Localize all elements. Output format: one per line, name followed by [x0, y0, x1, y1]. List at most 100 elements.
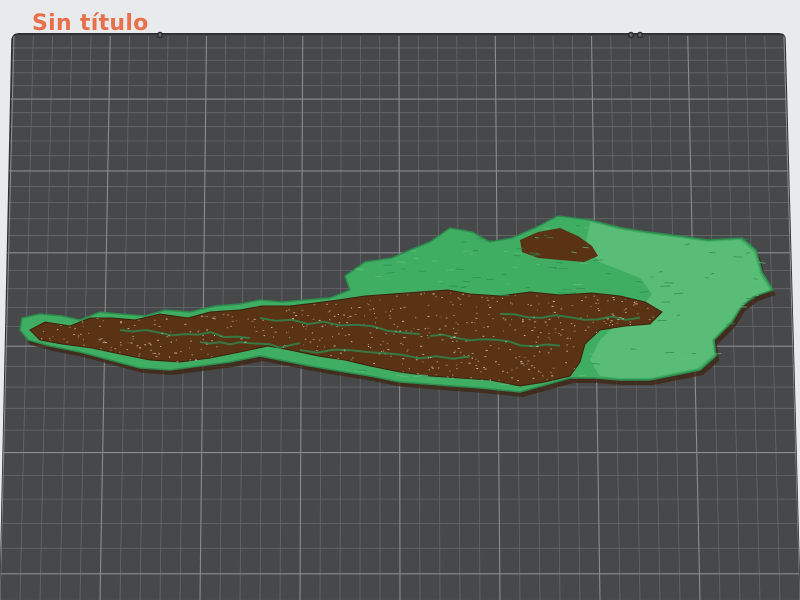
peak-speck: [537, 370, 540, 372]
peak-speck: [621, 318, 625, 320]
contour-mark: [723, 306, 729, 309]
peak-speck: [157, 339, 160, 341]
peak-speck: [371, 336, 373, 338]
peak-speck: [161, 332, 164, 334]
peak-speck: [488, 304, 490, 306]
peak-speck: [286, 332, 287, 334]
peak-speck: [114, 348, 117, 350]
peak-speck: [558, 333, 560, 334]
peak-speck: [358, 307, 361, 308]
peak-speck: [551, 305, 554, 307]
peak-speck: [566, 350, 568, 352]
peak-speck: [416, 373, 419, 375]
peak-speck: [476, 312, 478, 314]
peak-speck: [318, 319, 321, 321]
peak-speck: [487, 326, 489, 328]
peak-speck: [88, 332, 90, 334]
peak-speck: [335, 303, 337, 305]
peak-speck: [168, 356, 171, 358]
peak-speck: [468, 295, 470, 297]
peak-speck: [629, 321, 631, 323]
peak-speck: [548, 318, 551, 320]
peak-speck: [226, 327, 229, 329]
peak-speck: [367, 304, 370, 306]
peak-speck: [522, 364, 525, 366]
peak-speck: [175, 352, 178, 354]
peak-speck: [590, 306, 592, 307]
peak-speck: [468, 362, 471, 364]
peak-speck: [483, 367, 485, 369]
peak-speck: [475, 330, 477, 332]
peak-speck: [83, 339, 85, 341]
peak-speck: [635, 301, 637, 303]
peak-speck: [284, 345, 286, 346]
peak-speck: [438, 328, 441, 330]
contour-mark: [462, 286, 468, 288]
peak-speck: [363, 323, 365, 325]
peak-speck: [551, 375, 554, 377]
peak-speck: [460, 362, 463, 363]
peak-speck: [612, 315, 615, 317]
peak-speck: [344, 350, 346, 352]
peak-speck: [52, 336, 54, 338]
peak-speck: [609, 324, 611, 326]
peak-speck: [366, 303, 368, 305]
peak-speck: [430, 357, 432, 358]
peak-speck: [427, 304, 430, 306]
peak-speck: [580, 317, 582, 319]
peak-speck: [318, 339, 321, 341]
peak-speck: [197, 331, 199, 333]
peak-speck: [621, 301, 624, 302]
peak-speck: [102, 342, 105, 344]
peak-speck: [553, 311, 556, 313]
peak-speck: [293, 312, 296, 314]
peak-speck: [457, 297, 460, 299]
peak-speck: [648, 319, 651, 321]
peak-speck: [289, 337, 291, 339]
3d-viewport[interactable]: Sin título: [0, 0, 800, 600]
peak-speck: [73, 334, 76, 336]
peak-speck: [477, 360, 480, 362]
peak-speck: [496, 301, 499, 303]
peak-speck: [435, 374, 438, 376]
peak-speck: [486, 297, 488, 299]
peak-speck: [255, 331, 258, 332]
peak-speck: [544, 321, 547, 323]
contour-mark: [410, 250, 417, 252]
document-title: Sin título: [32, 11, 149, 36]
peak-speck: [498, 347, 500, 349]
peak-speck: [455, 322, 457, 324]
peak-speck: [539, 332, 542, 334]
peak-speck: [407, 294, 409, 296]
peak-speck: [554, 328, 557, 330]
peak-speck: [212, 317, 215, 319]
peak-speck: [174, 352, 176, 354]
peak-speck: [200, 348, 202, 350]
peak-speck: [244, 341, 247, 343]
peak-speck: [330, 355, 332, 357]
peak-speck: [230, 325, 232, 327]
contour-mark: [512, 266, 517, 269]
peak-speck: [629, 324, 631, 326]
peak-speck: [457, 329, 459, 331]
peak-speck: [291, 326, 293, 328]
peak-speck: [531, 365, 533, 367]
peak-speck: [533, 367, 536, 369]
peak-speck: [440, 316, 442, 318]
contour-mark: [582, 246, 589, 249]
contour-mark: [562, 288, 572, 291]
peak-speck: [633, 301, 636, 303]
peak-speck: [110, 349, 112, 351]
peak-speck: [247, 318, 249, 320]
peak-speck: [285, 310, 288, 312]
peak-speck: [634, 303, 637, 305]
peak-speck: [592, 321, 594, 323]
build-plate-scene[interactable]: [0, 0, 800, 600]
peak-speck: [326, 303, 328, 305]
peak-speck: [304, 338, 307, 340]
peak-speck: [595, 331, 598, 333]
peak-speck: [456, 340, 458, 342]
peak-speck: [593, 295, 595, 297]
peak-speck: [426, 334, 428, 336]
peak-speck: [454, 332, 456, 334]
